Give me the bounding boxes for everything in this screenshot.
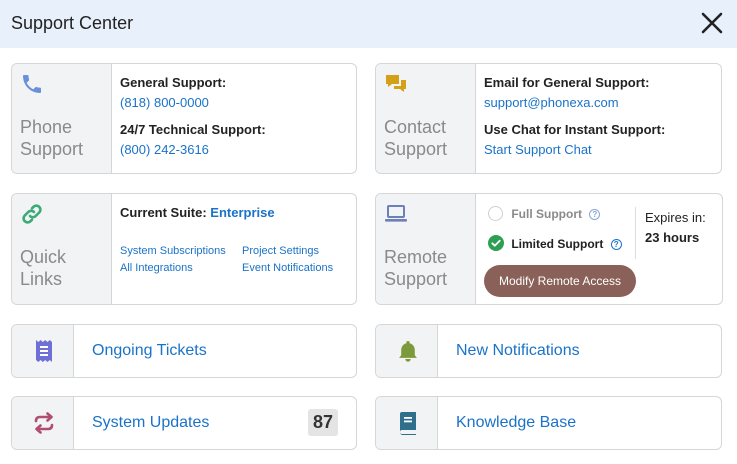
full-support-radio[interactable] xyxy=(488,206,503,221)
quick-links-body: Current Suite: Enterprise System Subscri… xyxy=(120,194,356,304)
full-support-label: Full Support xyxy=(511,207,582,221)
ongoing-tickets-label[interactable]: Ongoing Tickets xyxy=(92,342,207,360)
check-circle-icon[interactable] xyxy=(488,235,504,251)
contact-support-label-line2: Support xyxy=(384,139,448,159)
new-notifications-label[interactable]: New Notifications xyxy=(456,342,580,360)
ticket-icon xyxy=(36,340,52,362)
system-updates-count-badge: 87 xyxy=(308,409,338,436)
contact-support-body: Email for General Support: support@phone… xyxy=(484,64,721,173)
remote-support-card: Remote Support Full Support ? Limited Su… xyxy=(375,193,723,305)
knowledge-base-icon-box xyxy=(376,397,438,449)
start-support-chat-link[interactable]: Start Support Chat xyxy=(484,142,592,157)
dialog-header: Support Center xyxy=(0,0,737,48)
chat-icon xyxy=(386,75,406,92)
laptop-icon xyxy=(385,205,407,222)
expires-value: 23 hours xyxy=(645,230,700,245)
quick-link-all-integrations[interactable]: All Integrations xyxy=(120,262,193,274)
system-updates-label[interactable]: System Updates xyxy=(92,414,209,432)
quick-links-side: Quick Links xyxy=(12,194,112,304)
quick-links-label-line2: Links xyxy=(20,269,63,289)
remote-support-side: Remote Support xyxy=(376,194,476,304)
quick-link-project-settings[interactable]: Project Settings xyxy=(242,245,319,257)
limited-support-label: Limited Support xyxy=(511,237,604,251)
full-support-option[interactable]: Full Support ? xyxy=(488,206,601,221)
support-email-link[interactable]: support@phonexa.com xyxy=(484,95,619,110)
quick-links-label-line1: Quick xyxy=(20,247,67,267)
phone-support-label-line2: Support xyxy=(20,139,84,159)
link-icon xyxy=(22,204,42,224)
modify-remote-access-button[interactable]: Modify Remote Access xyxy=(484,265,636,297)
quick-links-card: Quick Links Current Suite: Enterprise Sy… xyxy=(11,193,357,305)
help-icon[interactable]: ? xyxy=(589,209,601,220)
help-icon[interactable]: ? xyxy=(610,239,622,250)
phone-icon xyxy=(23,75,41,93)
current-suite-value: Enterprise xyxy=(210,205,275,220)
remote-support-label-line1: Remote xyxy=(384,247,448,267)
vertical-divider xyxy=(635,207,636,259)
general-support-phone-link[interactable]: (818) 800-0000 xyxy=(120,95,209,110)
refresh-icon xyxy=(34,412,54,434)
phone-support-label-line1: Phone xyxy=(20,117,73,137)
contact-support-side: Contact Support xyxy=(376,64,476,173)
expires-label: Expires in: xyxy=(645,210,706,225)
technical-support-phone-link[interactable]: (800) 242-3616 xyxy=(120,142,209,157)
close-icon[interactable] xyxy=(699,10,725,36)
knowledge-base-label[interactable]: Knowledge Base xyxy=(456,414,576,432)
remote-support-label-line2: Support xyxy=(384,269,448,289)
quick-link-event-notifications[interactable]: Event Notifications xyxy=(242,262,333,274)
chat-support-label: Use Chat for Instant Support: xyxy=(484,122,666,137)
bell-icon xyxy=(399,341,417,362)
current-suite-label: Current Suite: xyxy=(120,205,207,220)
new-notifications-tile[interactable]: New Notifications xyxy=(375,324,722,378)
book-icon xyxy=(399,412,416,435)
general-support-label: General Support: xyxy=(120,75,227,90)
email-support-label: Email for General Support: xyxy=(484,75,650,90)
dialog-title: Support Center xyxy=(11,13,134,33)
new-notifications-icon-box xyxy=(376,325,438,377)
knowledge-base-tile[interactable]: Knowledge Base xyxy=(375,396,722,450)
ongoing-tickets-icon-box xyxy=(12,325,74,377)
phone-support-card: Phone Support General Support: (818) 800… xyxy=(11,63,357,174)
system-updates-icon-box xyxy=(12,397,74,449)
contact-support-card: Contact Support Email for General Suppor… xyxy=(375,63,722,174)
contact-support-label-line1: Contact xyxy=(384,117,447,137)
phone-support-body: General Support: (818) 800-0000 24/7 Tec… xyxy=(120,64,356,173)
technical-support-label: 24/7 Technical Support: xyxy=(120,122,266,137)
phone-support-side: Phone Support xyxy=(12,64,112,173)
limited-support-option[interactable]: Limited Support ? xyxy=(488,235,622,251)
current-suite-row: Current Suite: Enterprise xyxy=(120,205,275,220)
ongoing-tickets-tile[interactable]: Ongoing Tickets xyxy=(11,324,357,378)
system-updates-tile[interactable]: System Updates 87 xyxy=(11,396,357,450)
quick-link-system-subscriptions[interactable]: System Subscriptions xyxy=(120,245,226,257)
